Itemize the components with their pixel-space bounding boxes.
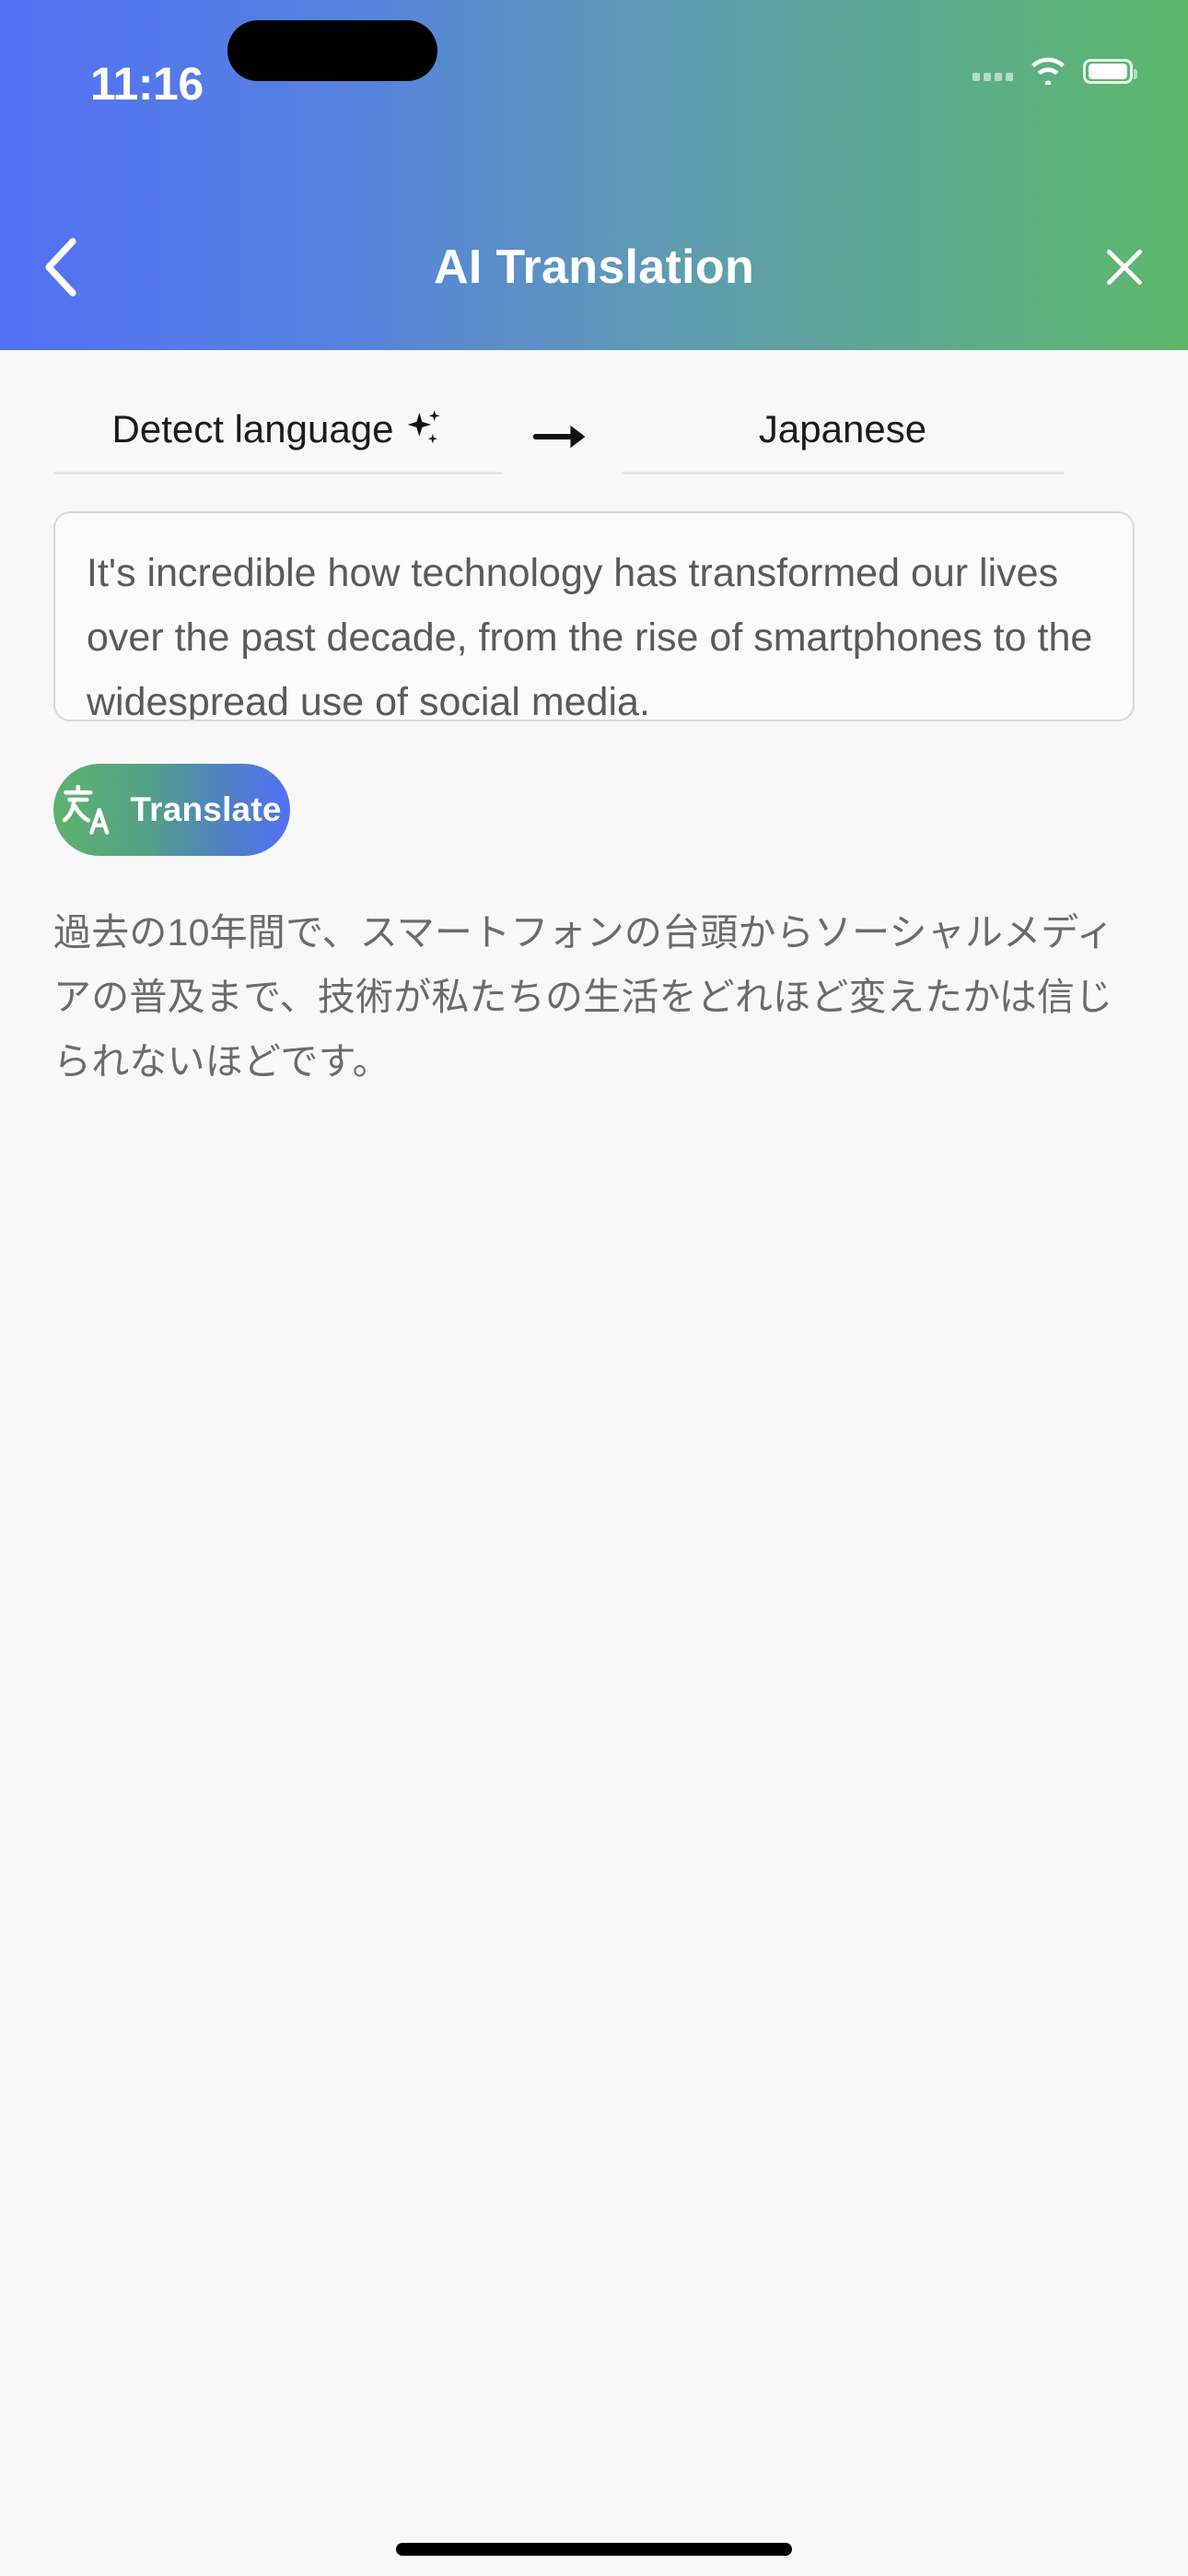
wifi-icon (1030, 57, 1066, 85)
translate-button[interactable]: Translate (53, 764, 290, 856)
gradient-header-area: 11:16 AI Translation (0, 0, 1188, 350)
sparkles-icon (406, 409, 443, 450)
target-language-label: Japanese (758, 407, 927, 451)
language-selector-row: Detect language Japanese (53, 407, 1135, 474)
source-text-value: It's incredible how technology has trans… (87, 551, 1093, 721)
dynamic-island (227, 20, 437, 81)
main-content: Detect language Japanese It's incredible… (0, 350, 1188, 2576)
close-x-icon (1106, 249, 1143, 286)
source-language-label: Detect language (111, 407, 394, 451)
signal-dots-icon (973, 61, 1013, 81)
battery-icon (1083, 58, 1137, 84)
app-screen: 11:16 AI Translation Detect language Jap… (0, 0, 1188, 2576)
translation-result: 過去の10年間で、スマートフォンの台頭からソーシャルメディアの普及まで、技術が私… (53, 911, 1114, 1083)
status-bar: 11:16 (0, 0, 1188, 184)
status-bar-indicators (973, 57, 1137, 85)
close-button[interactable] (1085, 228, 1164, 307)
navigation-bar: AI Translation (0, 184, 1188, 350)
source-language-selector[interactable]: Detect language (53, 407, 502, 474)
home-indicator (396, 2543, 792, 2556)
source-text-input[interactable]: It's incredible how technology has trans… (53, 511, 1135, 721)
status-bar-clock: 11:16 (90, 58, 204, 110)
direction-arrow (502, 421, 622, 474)
target-language-selector[interactable]: Japanese (622, 407, 1064, 474)
translate-glyph-icon (62, 785, 110, 835)
arrow-right-icon (533, 425, 586, 449)
translate-button-label: Translate (130, 790, 282, 828)
page-title: AI Translation (433, 240, 755, 294)
